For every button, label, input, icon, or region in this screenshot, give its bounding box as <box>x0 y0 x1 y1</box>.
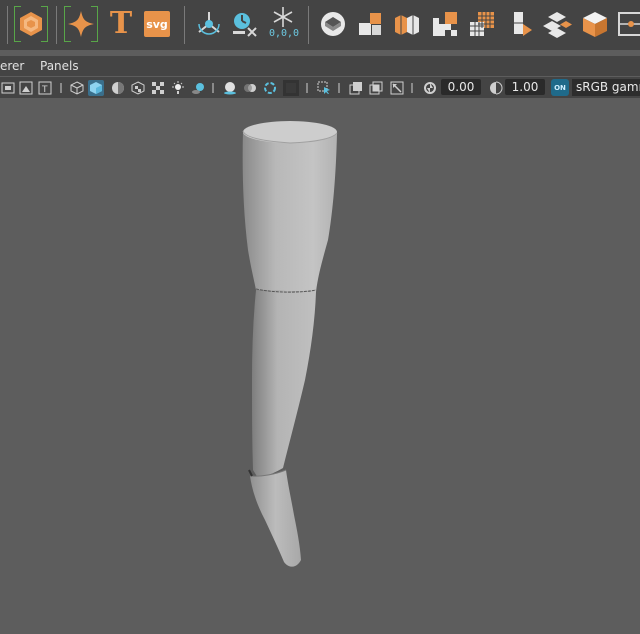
shin-segment <box>252 290 316 478</box>
checker-icon[interactable] <box>150 80 166 96</box>
shadows-icon[interactable] <box>190 80 206 96</box>
menu-panels[interactable]: Panels <box>40 59 79 73</box>
svg-import-icon: svg <box>144 11 170 37</box>
exposure-field[interactable]: 0.00 <box>441 79 481 95</box>
leg-mesh-render[interactable] <box>0 98 640 634</box>
shaded-wireframe-icon[interactable] <box>110 80 126 96</box>
toolbar-separator <box>212 83 214 93</box>
anti-alias-icon[interactable] <box>262 80 278 96</box>
cylindrical-mapping-button[interactable] <box>390 6 424 42</box>
toolbar-separator <box>338 83 340 93</box>
panel-toolbar: T 0.00 1.00 ON sRGB gam <box>0 77 640 98</box>
lights-icon[interactable] <box>170 80 186 96</box>
image-plane-icon[interactable] <box>18 80 34 96</box>
cube-texture-icon <box>583 12 607 37</box>
motion-blur-icon[interactable] <box>242 80 258 96</box>
clock-delete-history-icon <box>233 13 257 37</box>
cube-texture-button[interactable] <box>578 6 612 42</box>
polygon-sphere-button[interactable] <box>14 6 48 42</box>
color-management-toggle[interactable]: ON <box>551 79 569 96</box>
text-icon[interactable]: T <box>37 80 53 96</box>
cylindrical-mapping-icon <box>395 15 419 35</box>
bookmark-camera-icon[interactable] <box>0 80 16 96</box>
perspective-viewport[interactable] <box>0 98 640 634</box>
screen-space-ao-icon[interactable] <box>222 80 238 96</box>
svg-import-button[interactable]: svg <box>140 6 174 42</box>
shaded-cube-icon[interactable] <box>88 80 104 96</box>
uv-shell-icon <box>618 12 640 36</box>
pivot-locator-button[interactable] <box>192 6 226 42</box>
freeze-transform-button[interactable]: 0,0,0 <box>266 6 300 42</box>
sparkle-star-icon <box>68 11 94 37</box>
foot-segment <box>250 470 301 567</box>
freeze-transform-icon <box>273 7 293 27</box>
panel-menubar: erer Panels <box>0 56 640 76</box>
uv-cut-button[interactable] <box>503 6 537 42</box>
uv-cut-icon <box>514 12 532 36</box>
pivot-locator-icon <box>198 12 220 35</box>
uv-layout-icon <box>433 12 457 36</box>
uv-editor-icon <box>321 12 345 36</box>
toolbar-separator <box>411 83 413 93</box>
uv-editor-button[interactable] <box>316 6 350 42</box>
shelf-separator <box>308 6 309 44</box>
toolbar-separator <box>306 83 308 93</box>
svg-text:T: T <box>41 85 48 95</box>
polygon-sphere-icon <box>20 12 42 36</box>
text-type-icon: T <box>109 6 133 41</box>
shelf-toolbar: T svg 0,0,0 <box>0 0 640 50</box>
shelf-separator <box>7 6 8 44</box>
planar-mapping-icon <box>359 13 381 35</box>
uv-grid-button[interactable] <box>465 6 499 42</box>
gamma-icon[interactable] <box>488 80 504 96</box>
menu-renderer[interactable]: erer <box>0 59 24 73</box>
automatic-mapping-icon <box>543 12 572 38</box>
isolate-select-icon[interactable] <box>283 80 299 96</box>
sparkle-button[interactable] <box>64 6 98 42</box>
xray-joints-icon[interactable] <box>368 80 384 96</box>
select-camera-icon[interactable] <box>316 80 332 96</box>
textured-icon[interactable] <box>130 80 146 96</box>
xray-icon[interactable] <box>348 80 364 96</box>
uv-grid-icon <box>470 12 494 36</box>
thigh-segment <box>242 131 337 292</box>
automatic-mapping-button[interactable] <box>540 6 574 42</box>
shelf-separator <box>56 6 57 44</box>
wireframe-cube-icon[interactable] <box>69 80 85 96</box>
gamma-field[interactable]: 1.00 <box>505 79 545 95</box>
toolbar-separator <box>60 83 62 93</box>
text-type-button[interactable]: T <box>104 6 138 42</box>
delete-history-button[interactable] <box>228 6 262 42</box>
backface-icon[interactable] <box>389 80 405 96</box>
freeze-transform-label: 0,0,0 <box>268 28 300 39</box>
exposure-icon[interactable] <box>422 80 438 96</box>
view-transform-dropdown[interactable]: sRGB gamma <box>572 79 640 96</box>
shelf-separator <box>184 6 185 44</box>
uv-shell-button[interactable] <box>614 6 640 42</box>
uv-layout-button[interactable] <box>428 6 462 42</box>
planar-mapping-button[interactable] <box>353 6 387 42</box>
